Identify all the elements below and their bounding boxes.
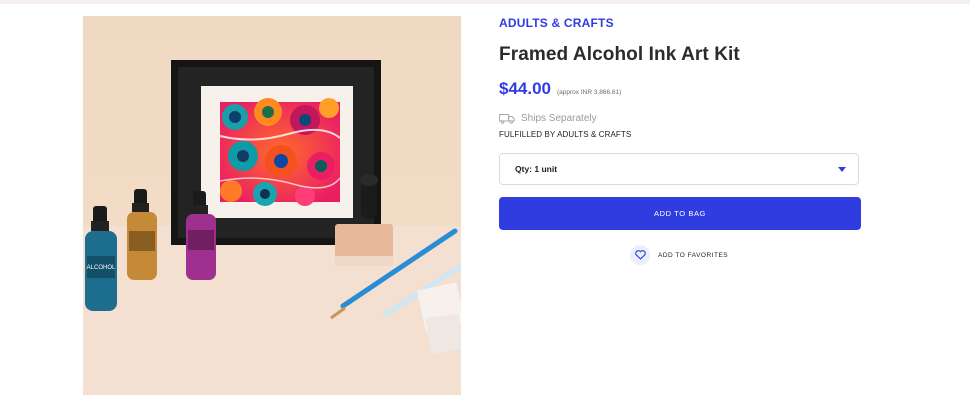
add-to-favorites-button[interactable]: ADD TO FAVORITES	[630, 245, 728, 265]
favorite-icon-wrap	[630, 245, 650, 265]
price-row: $44.00 (approx INR 3,866.61)	[499, 79, 621, 99]
product-price: $44.00	[499, 79, 551, 98]
quantity-value: Qty: 1 unit	[515, 164, 558, 174]
price-approx: (approx INR 3,866.61)	[557, 89, 622, 96]
product-photo-illustration: ALCOHOL	[83, 16, 461, 395]
product-title: Framed Alcohol Ink Art Kit	[499, 44, 740, 65]
shipping-info: Ships Separately	[499, 113, 597, 124]
heart-icon	[634, 250, 646, 260]
ships-label: Ships Separately	[521, 113, 597, 124]
truck-icon	[499, 114, 515, 124]
add-to-favorites-label: ADD TO FAVORITES	[658, 251, 729, 259]
brand-link[interactable]: ADULTS & CRAFTS	[499, 16, 614, 30]
svg-text:ALCOHOL: ALCOHOL	[87, 265, 116, 271]
top-strip	[0, 0, 970, 4]
alcohol-ink-artwork	[219, 98, 341, 206]
chevron-down-icon	[838, 166, 846, 172]
quantity-select[interactable]: Qty: 1 unit	[499, 153, 859, 185]
fulfilled-by: FULFILLED BY ADULTS & CRAFTS	[499, 130, 632, 139]
product-image[interactable]: ALCOHOL	[83, 16, 461, 395]
add-to-bag-button[interactable]: ADD TO BAG	[499, 197, 861, 230]
